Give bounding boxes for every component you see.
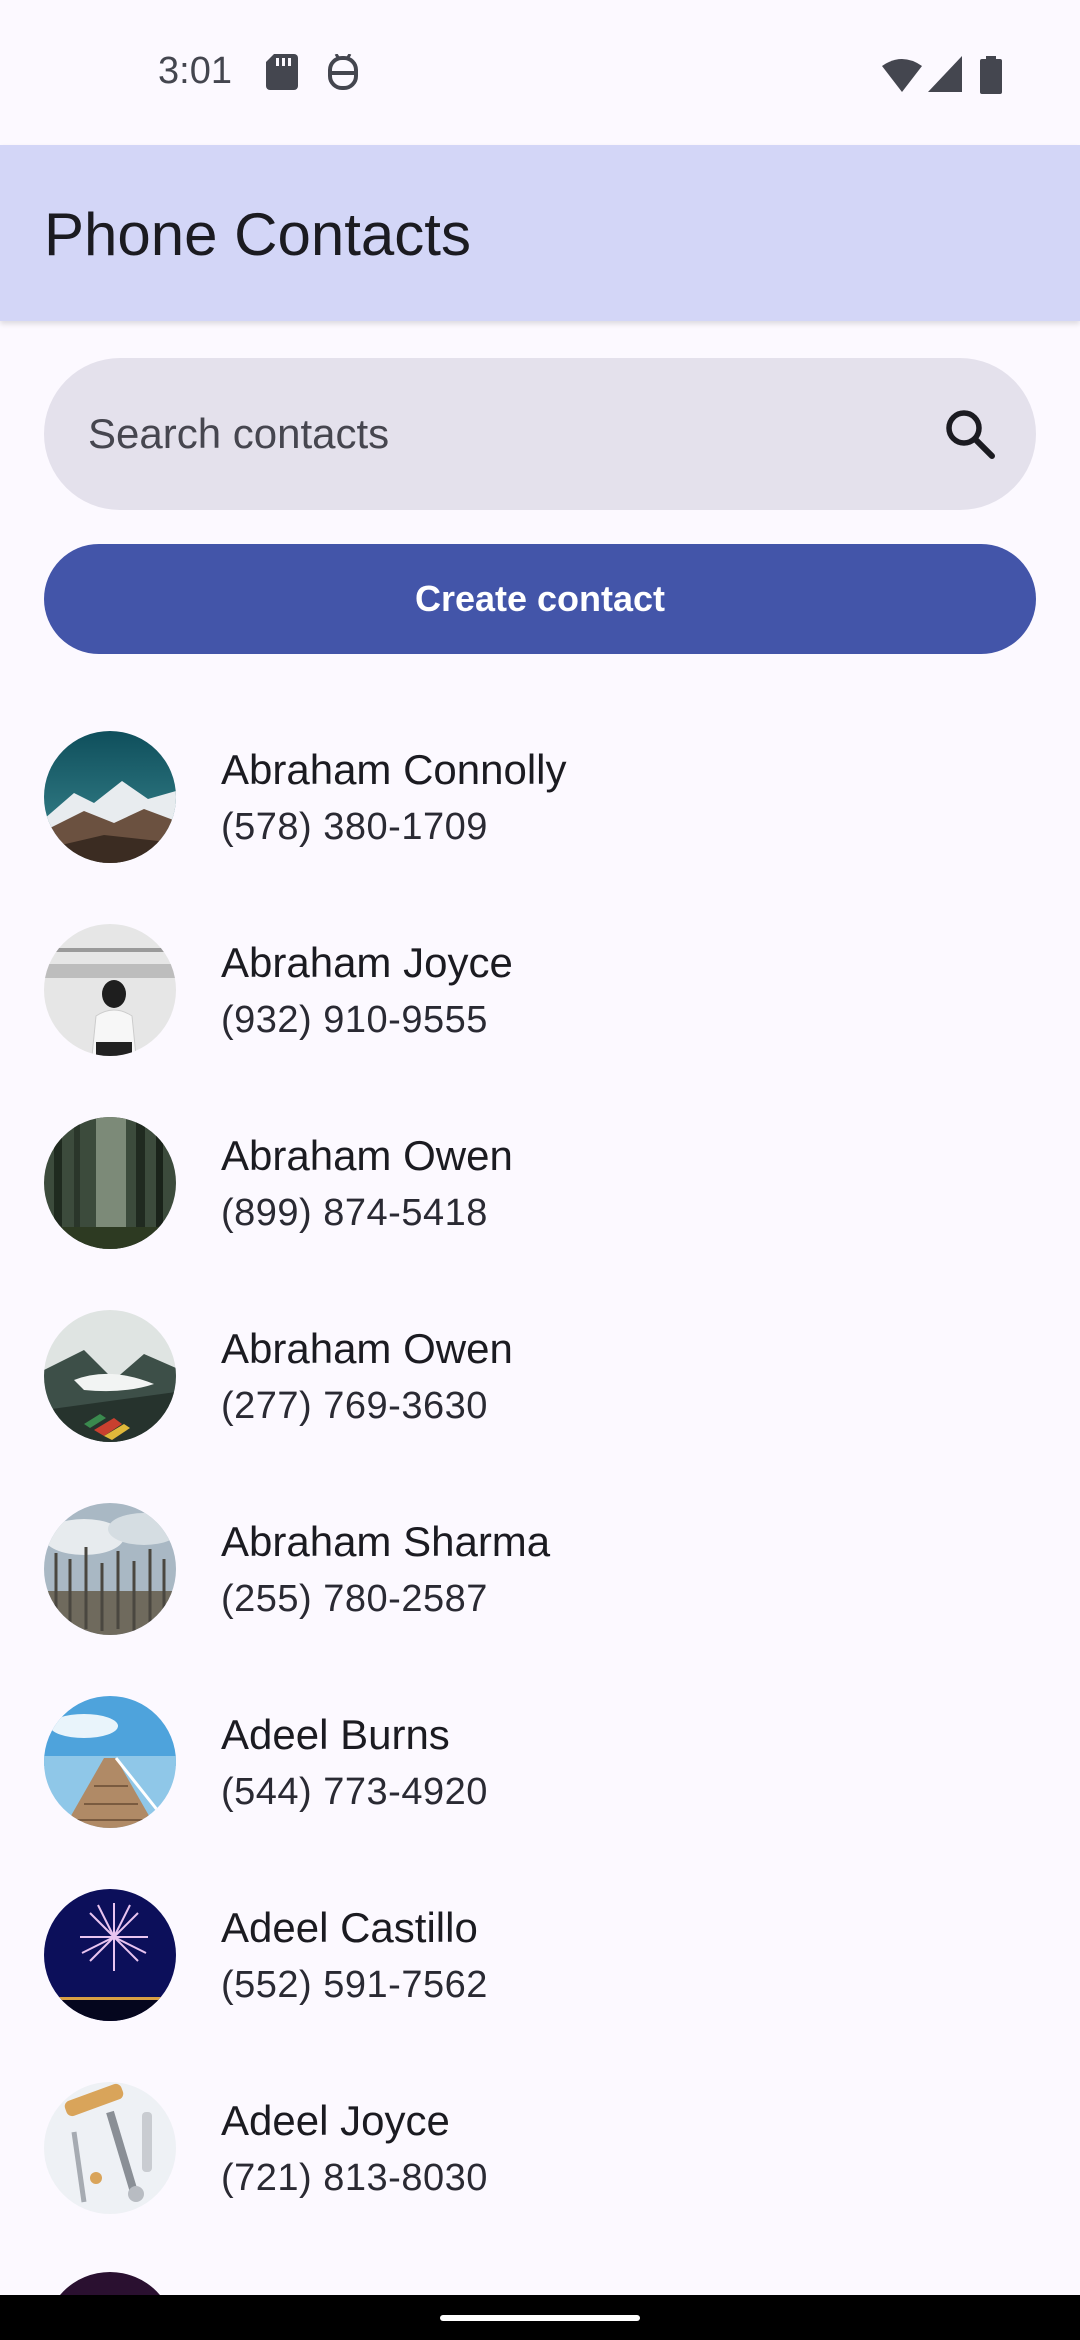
contact-phone: (552) 591-7562: [221, 1964, 488, 2006]
contact-phone: (721) 813-8030: [221, 2157, 488, 2199]
pier-photo-avatar: [44, 1696, 176, 1828]
search-icon[interactable]: [942, 406, 998, 467]
status-time: 3:01: [158, 50, 232, 92]
contact-name: Adeel Castillo: [221, 1904, 478, 1951]
debug-icon: [326, 53, 360, 97]
contact-phone: (932) 910-9555: [221, 999, 488, 1041]
misty-valley-photo-avatar: [44, 1310, 176, 1442]
contact-name: Abraham Owen: [221, 1325, 513, 1372]
battery-icon: [980, 56, 1002, 99]
contact-phone: (578) 380-1709: [221, 806, 488, 848]
search-input[interactable]: [88, 358, 928, 510]
wifi-icon: [882, 58, 922, 97]
contact-phone: (544) 773-4920: [221, 1771, 488, 1813]
status-bar: 3:01: [0, 0, 1080, 145]
list-item[interactable]: Adeel Joyce (721) 813-8030: [0, 2051, 1080, 2244]
forest-photo-avatar: [44, 1117, 176, 1249]
bare-trees-photo-avatar: [44, 1503, 176, 1635]
contact-name: Abraham Sharma: [221, 1518, 551, 1565]
contact-name: Abraham Joyce: [221, 939, 513, 986]
app-bar: Phone Contacts: [0, 145, 1080, 321]
woman-station-photo-avatar: [44, 924, 176, 1056]
create-contact-button[interactable]: Create contact: [44, 544, 1036, 654]
list-item[interactable]: Abraham Sharma (255) 780-2587: [0, 1472, 1080, 1665]
signal-icon: [928, 56, 962, 97]
list-item[interactable]: Adeel Burns (544) 773-4920: [0, 1665, 1080, 1858]
mountain-photo-avatar: [44, 731, 176, 863]
list-item[interactable]: Abraham Owen (899) 874-5418: [0, 1086, 1080, 1279]
contact-phone: (899) 874-5418: [221, 1192, 488, 1234]
contact-name: Adeel Burns: [221, 1711, 450, 1758]
list-item[interactable]: Abraham Connolly (578) 380-1709: [0, 700, 1080, 893]
tools-photo-avatar: [44, 2082, 176, 2214]
list-item[interactable]: Abraham Owen (277) 769-3630: [0, 1279, 1080, 1472]
contact-name: Abraham Owen: [221, 1132, 513, 1179]
contact-phone: (255) 780-2587: [221, 1578, 488, 1620]
contact-name: Adeel Joyce: [221, 2097, 450, 2144]
home-handle[interactable]: [440, 2315, 640, 2321]
fireworks-photo-avatar: [44, 1889, 176, 2021]
search-bar[interactable]: [44, 358, 1036, 510]
page-title: Phone Contacts: [44, 201, 471, 268]
contact-name: Abraham Connolly: [221, 746, 567, 793]
list-item[interactable]: Adeel Castillo (552) 591-7562: [0, 1858, 1080, 2051]
sd-card-icon: [266, 54, 298, 95]
list-item[interactable]: Abraham Joyce (932) 910-9555: [0, 893, 1080, 1086]
contact-phone: (277) 769-3630: [221, 1385, 488, 1427]
